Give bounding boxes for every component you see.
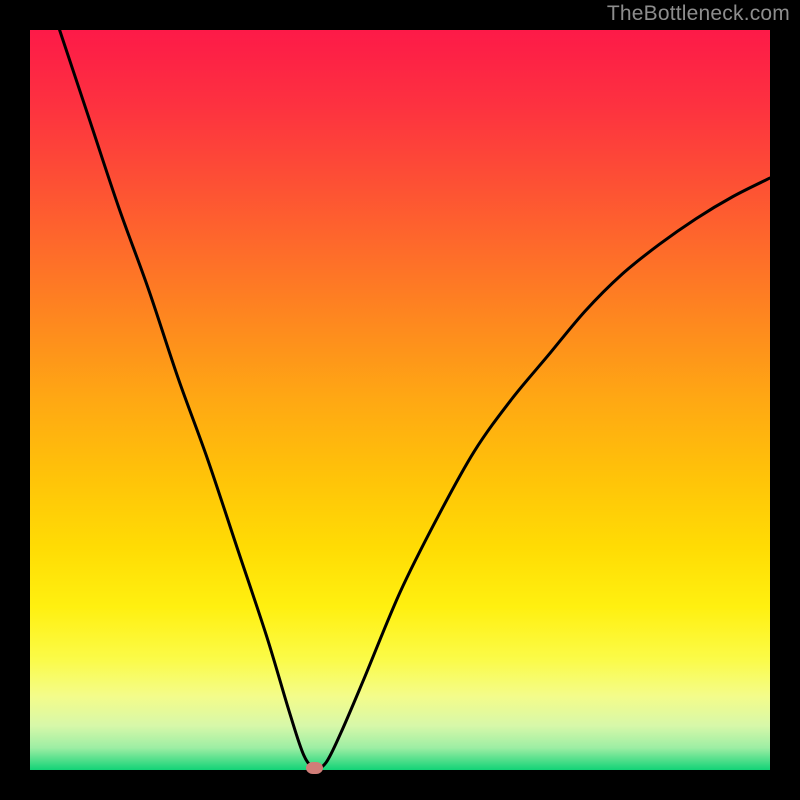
- watermark-text: TheBottleneck.com: [607, 2, 790, 26]
- chart-area: [30, 30, 770, 770]
- optimal-point-marker: [306, 762, 323, 774]
- gradient-background: [30, 30, 770, 770]
